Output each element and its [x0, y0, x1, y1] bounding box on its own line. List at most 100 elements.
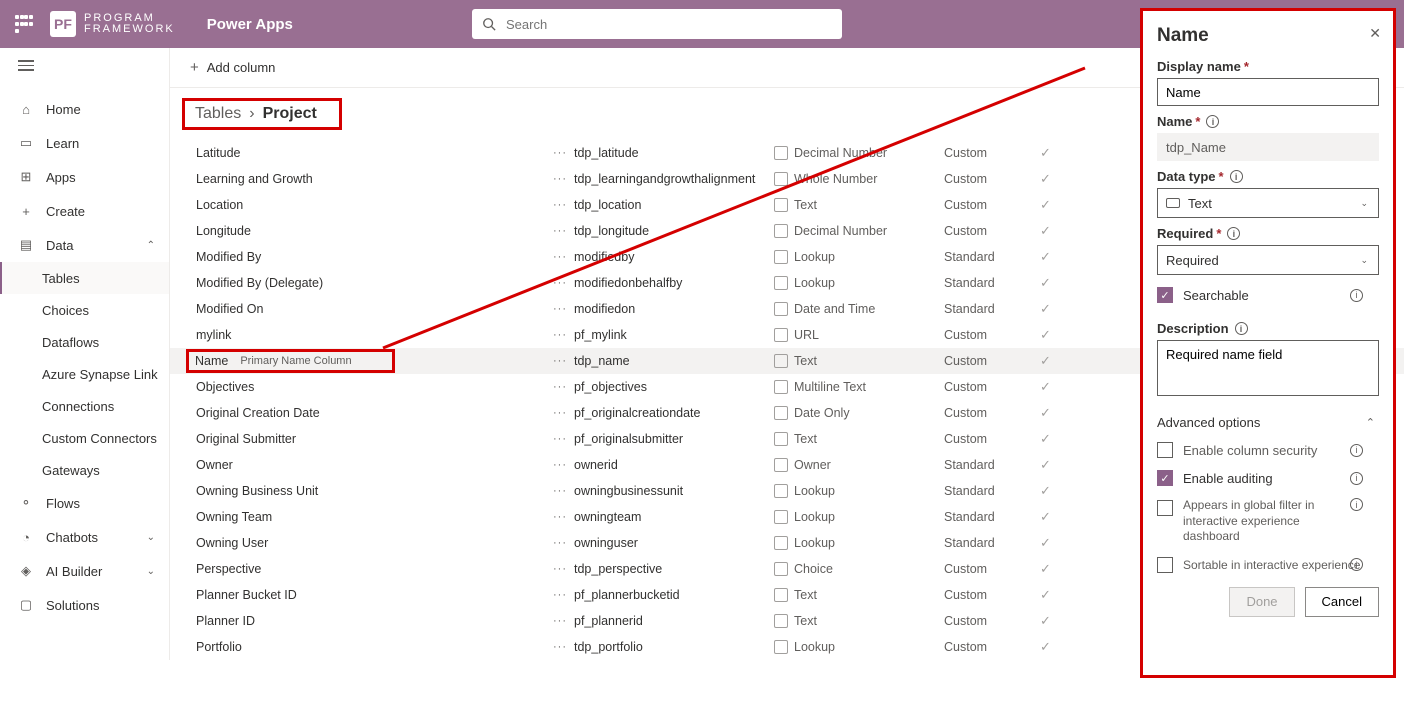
- search-box[interactable]: [472, 9, 842, 39]
- security-checkbox[interactable]: [1157, 442, 1173, 458]
- sidebar-item-data[interactable]: ▤Data⌃: [0, 228, 169, 262]
- home-icon: ⌂: [18, 101, 34, 117]
- type-icon: [774, 250, 788, 264]
- row-menu-icon[interactable]: ···: [546, 225, 574, 237]
- label-advanced[interactable]: Advanced options: [1157, 415, 1260, 430]
- column-schema-name: owningteam: [574, 510, 774, 524]
- column-display-name: Owner: [196, 458, 546, 472]
- column-data-type: Whole Number: [774, 172, 944, 186]
- info-icon[interactable]: i: [1350, 289, 1363, 302]
- required-select[interactable]: Required⌄: [1157, 245, 1379, 275]
- sidebar-item-home[interactable]: ⌂Home: [0, 92, 169, 126]
- sidebar-item-gateways[interactable]: Gateways: [0, 454, 169, 486]
- info-icon[interactable]: i: [1235, 322, 1248, 335]
- cancel-button[interactable]: Cancel: [1305, 587, 1379, 617]
- type-icon: [774, 484, 788, 498]
- sidebar-item-apps[interactable]: ⊞Apps: [0, 160, 169, 194]
- info-icon[interactable]: i: [1350, 444, 1363, 457]
- label-name: Name: [1157, 114, 1192, 129]
- sidebar-item-dataflows[interactable]: Dataflows: [0, 326, 169, 358]
- type-icon: [774, 328, 788, 342]
- column-schema-name: owningbusinessunit: [574, 484, 774, 498]
- sidebar-item-custom-connectors[interactable]: Custom Connectors: [0, 422, 169, 454]
- row-menu-icon[interactable]: ···: [546, 199, 574, 211]
- column-managed: Custom: [944, 172, 1040, 186]
- add-column-label: Add column: [207, 60, 276, 75]
- column-data-type: Owner: [774, 458, 944, 472]
- info-icon[interactable]: i: [1350, 558, 1363, 571]
- sortable-checkbox[interactable]: [1157, 557, 1173, 573]
- row-menu-icon[interactable]: ···: [546, 173, 574, 185]
- column-display-name: Modified On: [196, 302, 546, 316]
- search-input[interactable]: [504, 16, 832, 33]
- column-managed: Standard: [944, 484, 1040, 498]
- row-menu-icon[interactable]: ···: [546, 433, 574, 445]
- column-managed: Custom: [944, 328, 1040, 342]
- row-menu-icon[interactable]: ···: [546, 589, 574, 601]
- searchable-checkbox[interactable]: ✓: [1157, 287, 1173, 303]
- primary-column-tag: Primary Name Column: [240, 355, 351, 367]
- column-display-name: mylink: [196, 328, 546, 342]
- column-display-name: Original Creation Date: [196, 406, 546, 420]
- display-name-field[interactable]: [1157, 78, 1379, 106]
- type-icon: [774, 380, 788, 394]
- sidebar-item-solutions[interactable]: ▢Solutions: [0, 588, 169, 622]
- breadcrumb[interactable]: Tables › Project: [182, 98, 342, 130]
- sidebar-item-ai-builder[interactable]: ◈AI Builder⌄: [0, 554, 169, 588]
- column-schema-name: tdp_longitude: [574, 224, 774, 238]
- app-launcher-icon[interactable]: [12, 12, 36, 36]
- check-icon: ✓: [1040, 327, 1051, 343]
- row-menu-icon[interactable]: ···: [546, 537, 574, 549]
- row-menu-icon[interactable]: ···: [546, 381, 574, 393]
- sidebar-item-create[interactable]: +Create: [0, 194, 169, 228]
- column-data-type: Date and Time: [774, 302, 944, 316]
- row-menu-icon[interactable]: ···: [546, 407, 574, 419]
- row-menu-icon[interactable]: ···: [546, 355, 574, 367]
- column-schema-name: tdp_portfolio: [574, 640, 774, 654]
- add-column-button[interactable]: +Add column: [190, 59, 275, 76]
- column-schema-name: tdp_location: [574, 198, 774, 212]
- row-menu-icon[interactable]: ···: [546, 485, 574, 497]
- info-icon[interactable]: i: [1227, 227, 1240, 240]
- row-menu-icon[interactable]: ···: [546, 147, 574, 159]
- type-icon: [774, 588, 788, 602]
- column-schema-name: pf_plannerbucketid: [574, 588, 774, 602]
- sidebar-item-chatbots[interactable]: ◔Chatbots⌄: [0, 520, 169, 554]
- row-menu-icon[interactable]: ···: [546, 511, 574, 523]
- sidebar-item-learn[interactable]: ▭Learn: [0, 126, 169, 160]
- column-managed: Custom: [944, 224, 1040, 238]
- row-menu-icon[interactable]: ···: [546, 459, 574, 471]
- column-managed: Custom: [944, 432, 1040, 446]
- description-field[interactable]: [1157, 340, 1379, 396]
- row-menu-icon[interactable]: ···: [546, 251, 574, 263]
- close-icon[interactable]: ✕: [1369, 25, 1381, 42]
- chevron-up-icon[interactable]: ⌃: [1366, 416, 1375, 429]
- row-menu-icon[interactable]: ···: [546, 329, 574, 341]
- check-icon: ✓: [1040, 171, 1051, 187]
- sidebar-item-choices[interactable]: Choices: [0, 294, 169, 326]
- data-type-select[interactable]: Text⌄: [1157, 188, 1379, 218]
- column-data-type: Date Only: [774, 406, 944, 420]
- row-menu-icon[interactable]: ···: [546, 641, 574, 653]
- global-filter-checkbox[interactable]: [1157, 500, 1173, 516]
- info-icon[interactable]: i: [1206, 115, 1219, 128]
- name-highlight-box: NamePrimary Name Column: [186, 349, 395, 373]
- row-menu-icon[interactable]: ···: [546, 277, 574, 289]
- info-icon[interactable]: i: [1350, 472, 1363, 485]
- sidebar-item-azure-synapse-link[interactable]: Azure Synapse Link: [0, 358, 169, 390]
- info-icon[interactable]: i: [1350, 498, 1363, 511]
- check-icon: ✓: [1040, 405, 1051, 421]
- sidebar-item-connections[interactable]: Connections: [0, 390, 169, 422]
- row-menu-icon[interactable]: ···: [546, 615, 574, 627]
- column-data-type: Text: [774, 614, 944, 628]
- hamburger-icon[interactable]: [18, 60, 42, 84]
- crumb-tables[interactable]: Tables: [195, 105, 241, 123]
- sidebar-item-tables[interactable]: Tables: [0, 262, 169, 294]
- row-menu-icon[interactable]: ···: [546, 303, 574, 315]
- auditing-checkbox[interactable]: ✓: [1157, 470, 1173, 486]
- column-display-name: Perspective: [196, 562, 546, 576]
- sidebar-item-flows[interactable]: ⚬Flows: [0, 486, 169, 520]
- info-icon[interactable]: i: [1230, 170, 1243, 183]
- column-data-type: Choice: [774, 562, 944, 576]
- row-menu-icon[interactable]: ···: [546, 563, 574, 575]
